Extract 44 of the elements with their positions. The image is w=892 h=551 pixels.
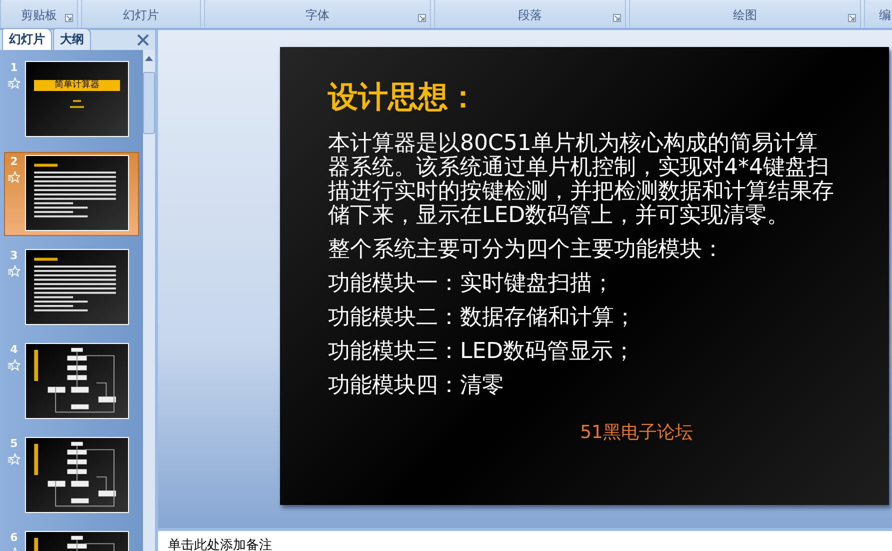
close-icon[interactable]: [137, 34, 149, 46]
slide-paragraph: 整个系统主要可分为四个主要功能模块：: [328, 238, 725, 262]
slide-paragraph: 本计算器是以80C51单片机为核心构成的简易计算器系统。该系统通过单片机控制，实现对4*4键盘扫描进行实时的按键检测，并把检测数据和计算结果存储下来，显示在LED数码管上，并可实现清零。: [328, 132, 835, 228]
notes-field[interactable]: 单击此处添加备注: [158, 528, 892, 551]
slide-footer: 51黑电子论坛: [580, 420, 693, 444]
slide-number: 2: [10, 155, 18, 168]
slide-paragraph: 功能模块三：LED数码管显示；: [328, 340, 636, 364]
group-label: 段落: [518, 7, 542, 24]
group-label: 绘图: [733, 7, 757, 24]
slide-number: 4: [10, 343, 18, 356]
slide-paragraph: 功能模块一：实时键盘扫描；: [328, 272, 615, 296]
slide-number: 6: [10, 531, 18, 544]
scroll-thumb[interactable]: [143, 72, 155, 134]
panel-tab[interactable]: 幻灯片: [2, 28, 52, 50]
slide-number: 1: [10, 61, 18, 74]
thumbnail-title: 简单计算器: [34, 80, 120, 91]
slide-thumbnail[interactable]: 简单计算器: [25, 61, 129, 137]
slide-list-item[interactable]: 1 简单计算器: [4, 58, 139, 142]
star-icon: [8, 265, 20, 277]
group-label: 编: [879, 7, 891, 24]
dialog-launcher-icon[interactable]: [65, 14, 73, 22]
slide-paragraph: 功能模块二：数据存储和计算；: [328, 306, 637, 330]
panel-tab[interactable]: 大纲: [53, 28, 91, 50]
slide-title: 设计思想：: [328, 79, 479, 117]
star-icon: [8, 359, 20, 371]
slide-thumbnail[interactable]: [25, 437, 129, 513]
slide-paragraph: 功能模块四：清零: [328, 374, 505, 398]
star-icon: [8, 77, 20, 89]
scroll-up-icon[interactable]: [144, 54, 154, 62]
dialog-launcher-icon[interactable]: [418, 14, 426, 22]
group-label: 幻灯片: [123, 7, 159, 24]
star-icon: [8, 171, 20, 183]
dialog-launcher-icon[interactable]: [848, 14, 856, 22]
slide-thumbnail[interactable]: [25, 343, 129, 419]
group-label: 字体: [306, 7, 330, 24]
slide-number: 5: [10, 437, 18, 450]
thumbnail-text-drawing: [67, 99, 87, 111]
group-label: 剪贴板: [21, 7, 57, 24]
slide-number: 3: [10, 249, 18, 262]
star-icon: [8, 453, 20, 465]
slide-thumbnail[interactable]: [25, 249, 129, 325]
scrollbar[interactable]: [143, 50, 155, 551]
slide-thumbnail[interactable]: [25, 155, 129, 231]
dialog-launcher-icon[interactable]: [613, 14, 621, 22]
